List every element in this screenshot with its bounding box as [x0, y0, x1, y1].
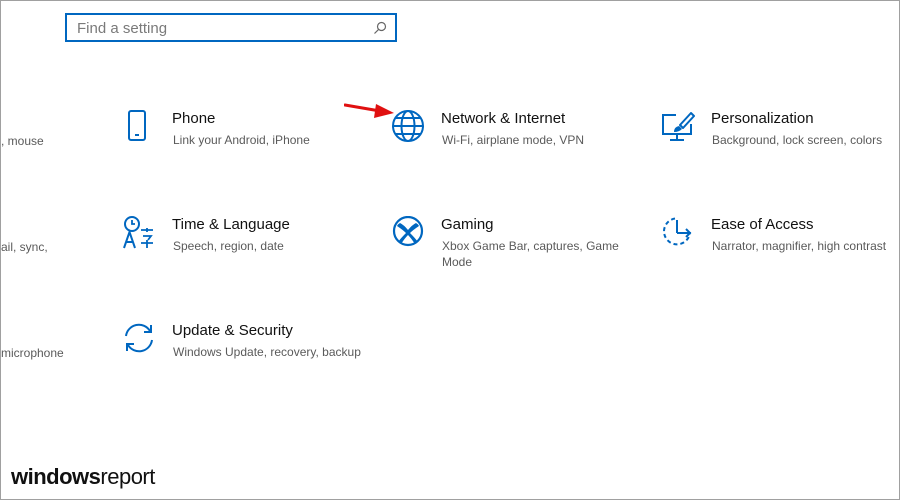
tile-title: Time & Language [172, 216, 290, 233]
phone-icon [128, 110, 146, 141]
tile-title: Gaming [441, 216, 494, 233]
partial-tile-desc: microphone [1, 346, 64, 360]
tile-gaming[interactable]: Gaming Xbox Game Bar, captures, Game Mod… [391, 216, 641, 306]
tile-update-security[interactable]: Update & Security Windows Update, recove… [122, 322, 372, 412]
partial-tile-desc: , mouse [1, 134, 44, 148]
search-input[interactable] [77, 18, 367, 38]
tile-description: Speech, region, date [173, 239, 284, 253]
tile-description: Link your Android, iPhone [173, 133, 310, 147]
tile-title: Ease of Access [711, 216, 814, 233]
tile-personalization[interactable]: Personalization Background, lock screen,… [661, 110, 899, 200]
personalization-icon [662, 112, 695, 141]
tile-description: Windows Update, recovery, backup [173, 345, 361, 359]
search-box[interactable] [65, 13, 397, 42]
tile-description: Xbox Game Bar, captures, Game Mode [442, 239, 619, 269]
tile-title: Phone [172, 110, 216, 127]
annotation-arrow-icon [344, 103, 394, 118]
tile-description: Wi-Fi, airplane mode, VPN [442, 133, 585, 147]
tile-ease-of-access[interactable]: Ease of Access Narrator, magnifier, high… [661, 216, 899, 306]
settings-window: , mouse ail, sync, microphone Phone Link… [0, 0, 900, 500]
tile-description: Background, lock screen, colors [712, 133, 883, 147]
search-icon[interactable] [373, 21, 387, 35]
ease-of-access-icon [663, 217, 692, 246]
windowsreport-logo: windowsreport [11, 464, 155, 489]
xbox-icon [392, 216, 424, 247]
tile-description: Narrator, magnifier, high contrast [712, 239, 887, 253]
globe-icon [392, 110, 424, 142]
tile-title: Update & Security [172, 322, 293, 339]
tile-title: Network & Internet [441, 110, 566, 127]
partial-tile-desc: ail, sync, [1, 240, 48, 254]
tile-network-internet[interactable]: Network & Internet Wi-Fi, airplane mode,… [391, 110, 641, 200]
tile-title: Personalization [711, 110, 814, 127]
update-icon [125, 323, 153, 353]
tile-time-language[interactable]: Time & Language Speech, region, date [122, 216, 372, 306]
time-language-icon [123, 216, 153, 249]
tile-phone[interactable]: Phone Link your Android, iPhone [122, 110, 372, 200]
